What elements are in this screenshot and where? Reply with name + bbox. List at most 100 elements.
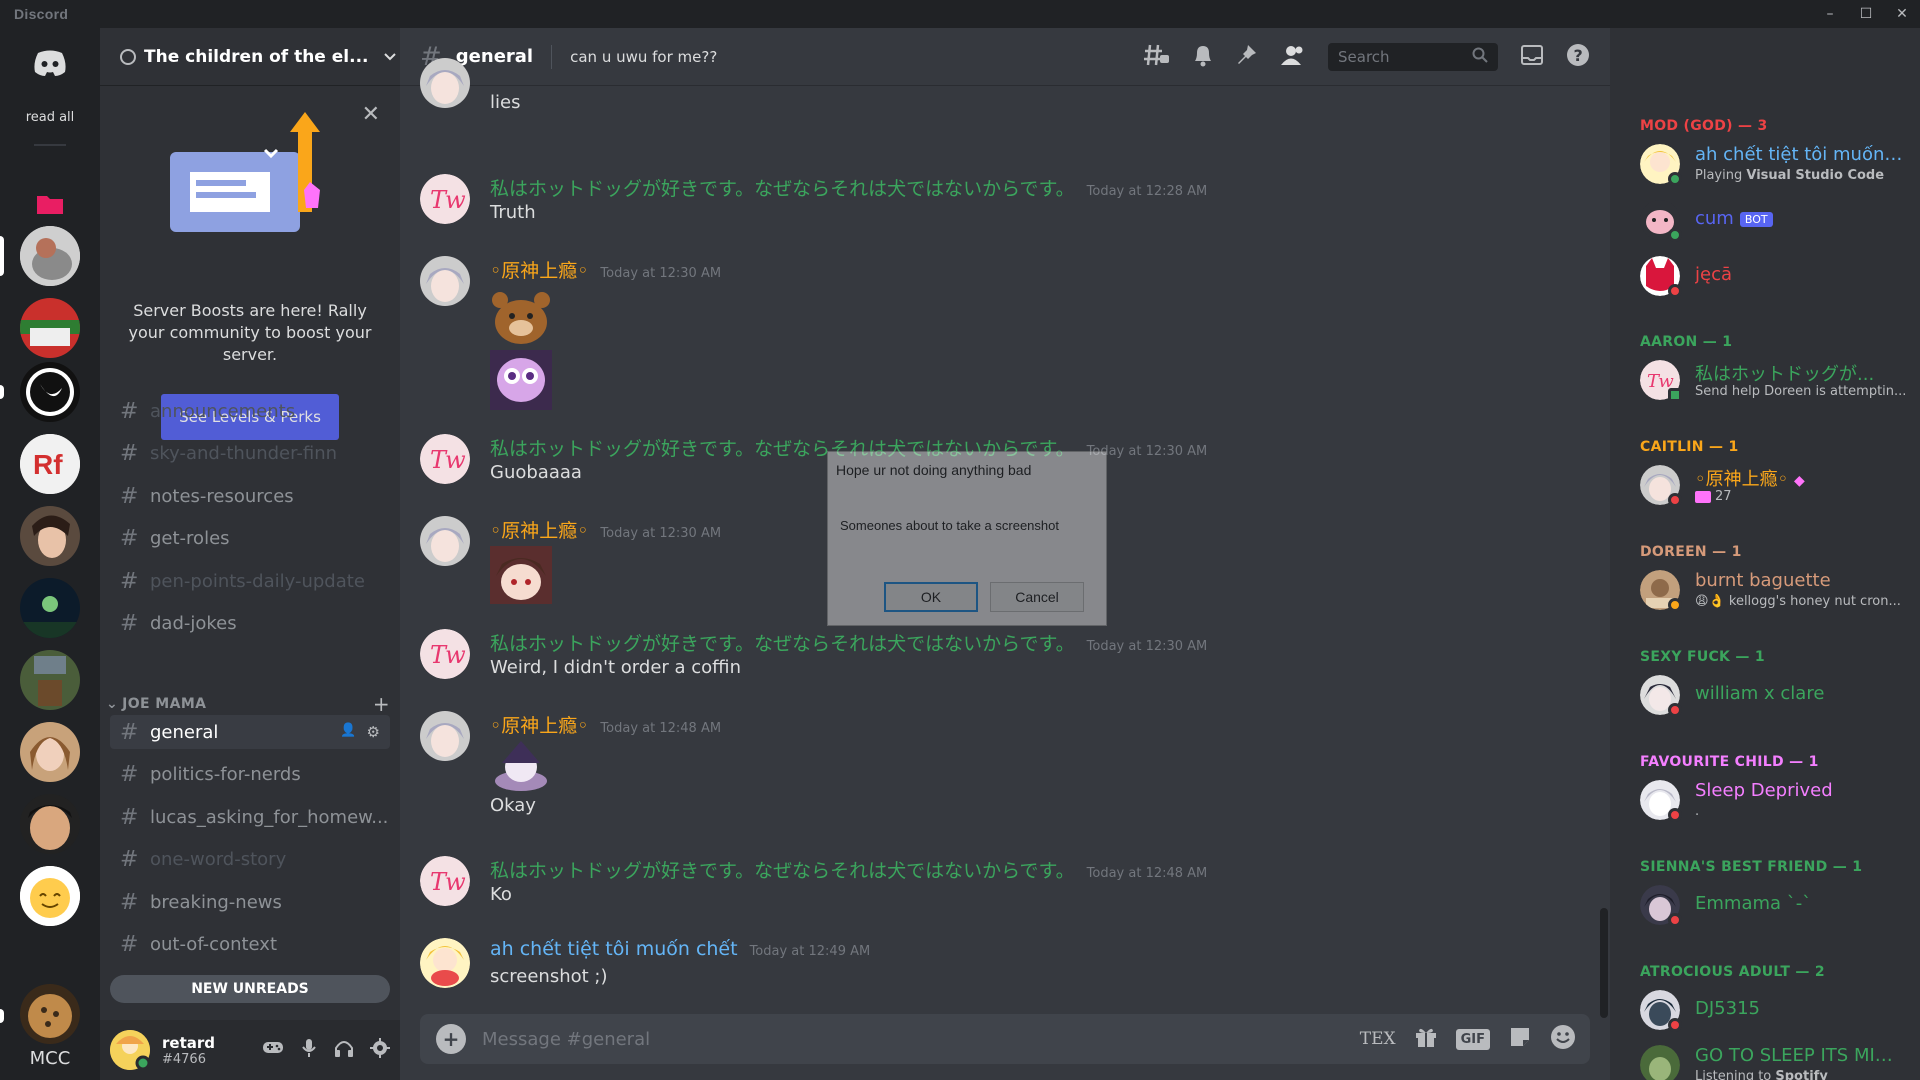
server-smile[interactable] [20,866,80,926]
channel-item-announcements[interactable]: # announcements [110,394,390,428]
notification-bell-icon[interactable] [1192,43,1214,71]
avatar[interactable] [420,58,470,108]
channel-item-out-of-context[interactable]: # out-of-context [110,928,390,962]
category-joe-mama[interactable]: ⌄ JOE MAMA + [106,692,390,716]
server-rf[interactable]: Rf [20,434,80,494]
threads-icon[interactable] [1144,43,1170,71]
boost-gem-icon: ◆ [1793,473,1805,489]
ok-button[interactable]: OK [884,582,978,612]
member-item[interactable]: DJ5315 [1640,990,1910,1038]
channel-actions: 👤 ⚙ [340,723,380,741]
help-icon[interactable]: ? [1566,43,1590,71]
message-author[interactable]: ◦原神上瘾◦ [490,256,588,283]
message-author[interactable]: ah chết tiệt tôi muốn chết [490,938,738,960]
minimize-button[interactable]: – [1812,0,1848,28]
cancel-button[interactable]: Cancel [990,582,1084,612]
message-text: Guobaaaa [490,462,582,483]
member-item[interactable]: ah chết tiệt tôi muốn c... Playing Visua… [1640,144,1910,192]
server-face[interactable] [20,794,80,854]
server-night[interactable] [20,578,80,638]
channel-item-sky-and-thunder-finn[interactable]: # sky-and-thunder-finn [110,437,390,471]
avatar[interactable]: Tw [420,174,470,224]
message-item: ◦原神上瘾◦ Today at 12:48 AM Okay [420,711,1580,821]
avatar[interactable] [110,1030,151,1071]
member-item[interactable]: Tw 私はホットドッグが... Send help Doreen is atte… [1640,360,1910,408]
channel-item-dad-jokes[interactable]: # dad-jokes [110,607,390,641]
maximize-button[interactable]: ☐ [1848,0,1884,28]
server-moon[interactable] [20,362,80,422]
avatar[interactable]: Tw [420,434,470,484]
close-icon[interactable]: ✕ [362,102,380,127]
gif-button[interactable]: GIF [1455,1028,1490,1050]
channel-item-breaking-news[interactable]: # breaking-news [110,885,390,919]
avatar[interactable]: Tw [420,856,470,906]
hash-icon: # [120,889,139,915]
message-author[interactable]: 私はホットドッグが好きです。なぜならそれは犬ではないからです。 [490,856,1075,883]
add-channel-icon[interactable]: + [373,692,390,716]
emoji-icon[interactable] [1550,1024,1576,1055]
avatar[interactable] [420,711,470,761]
member-list: MOD (GOD) — 3 ah chết tiệt tôi muốn c...… [1610,28,1920,1080]
settings-gear-icon[interactable] [370,1038,390,1062]
member-item[interactable]: ◦原神上瘾◦ ◆ 27 [1640,465,1910,513]
activity-text: 27 [1715,489,1732,504]
microphone-icon[interactable] [300,1038,318,1062]
server-portrait[interactable] [20,506,80,566]
member-item[interactable]: Sleep Deprived . [1640,780,1910,828]
channel-settings-icon[interactable]: ⚙ [367,723,380,741]
channel-topic[interactable]: can u uwu for me?? [570,48,717,66]
member-name: GO TO SLEEP ITS MIDN... [1695,1045,1905,1066]
channel-item-pen-points-daily-update[interactable]: # pen-points-daily-update [110,564,390,598]
tex-button[interactable]: TEX [1360,1029,1396,1049]
close-window-button[interactable]: ✕ [1884,0,1920,28]
avatar[interactable] [420,256,470,306]
message-author[interactable]: ◦原神上瘾◦ [490,516,588,543]
member-list-icon[interactable] [1280,44,1306,70]
server-girl[interactable] [20,722,80,782]
avatar[interactable] [420,938,470,988]
gamepad-icon[interactable] [262,1038,284,1062]
upload-plus-icon[interactable]: + [436,1024,466,1054]
channel-item-get-roles[interactable]: # get-roles [110,522,390,556]
inbox-icon[interactable] [1520,44,1544,70]
channel-item-general[interactable]: # general 👤 ⚙ [110,715,390,749]
read-all-button[interactable]: read all [0,110,100,125]
member-item[interactable]: william x clare [1640,675,1910,723]
pin-icon[interactable] [1236,43,1258,71]
message-author[interactable]: ◦原神上瘾◦ [490,711,588,738]
folder-icon[interactable] [20,174,80,234]
home-button[interactable] [25,38,75,88]
member-item[interactable]: cum BOT [1640,200,1910,248]
search-input[interactable]: Search [1328,43,1498,71]
message-author[interactable]: 私はホットドッグが好きです。なぜならそれは犬ではないからです。 [490,629,1075,656]
headphones-icon[interactable] [334,1038,354,1062]
guild-header[interactable]: The children of the el... [100,28,400,86]
gift-icon[interactable] [1414,1025,1438,1054]
member-item[interactable]: burnt baguette 😩👌 kellogg's honey nut cr… [1640,570,1910,618]
message-timestamp: Today at 12:28 AM [1086,184,1208,199]
member-group-header: MOD (GOD) — 3 [1640,118,1768,134]
avatar[interactable]: Tw [420,629,470,679]
message-author[interactable]: 私はホットドッグが好きです。なぜならそれは犬ではないからです。 [490,174,1075,201]
message-text: screenshot ;) [490,966,608,987]
member-item[interactable]: jęcā [1640,256,1910,304]
server-red[interactable] [20,298,80,358]
avatar[interactable] [420,516,470,566]
rail-footer-label: MCC [29,1048,71,1069]
message-input[interactable] [482,1028,1262,1050]
channel-item-politics-for-nerds[interactable]: # politics-for-nerds [110,758,390,792]
server-chair[interactable] [20,650,80,710]
message-item: lies [420,58,1580,130]
sticker-icon[interactable] [1508,1025,1532,1054]
new-unreads-button[interactable]: NEW UNREADS [110,975,390,1003]
member-item[interactable]: GO TO SLEEP ITS MIDN... Listening to Spo… [1640,1045,1910,1080]
member-item[interactable]: Emmama `-` [1640,885,1910,933]
channel-item-one-word-story[interactable]: # one-word-story [110,843,390,877]
invite-icon[interactable]: 👤 [340,723,356,741]
status-dnd [1668,1018,1682,1032]
channel-item-notes-resources[interactable]: # notes-resources [110,479,390,513]
server-elephant[interactable] [20,226,80,286]
channel-item-lucas-asking-for-homew[interactable]: # lucas_asking_for_homew... [110,800,390,834]
chat-scrollbar[interactable] [1600,908,1608,1018]
server-cookie[interactable] [20,984,80,1044]
